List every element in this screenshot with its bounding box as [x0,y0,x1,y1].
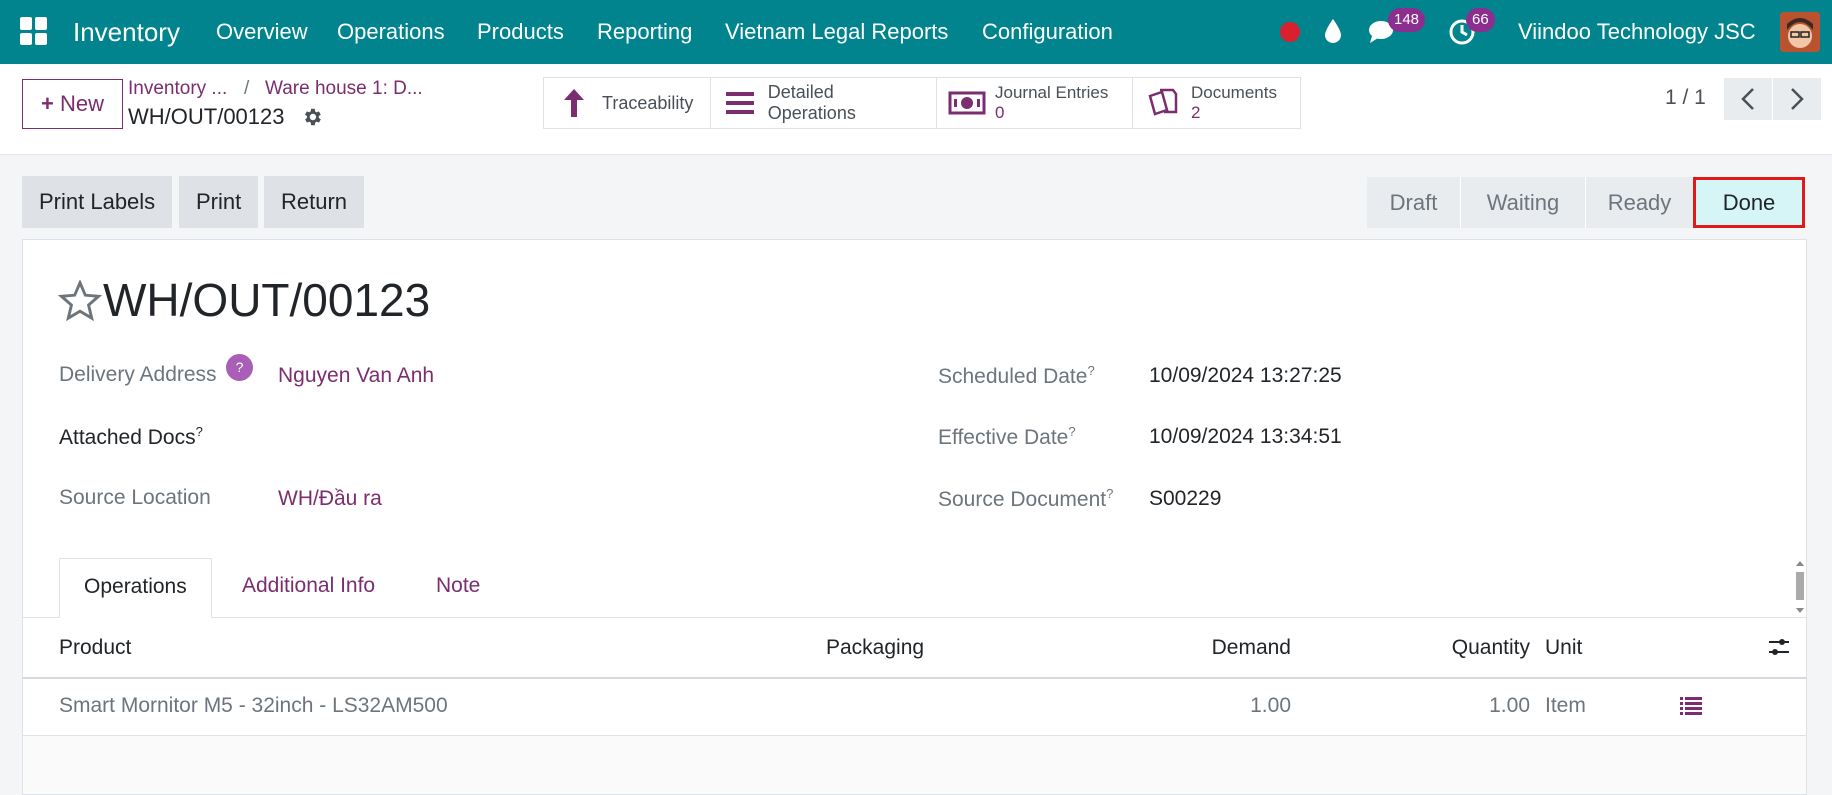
recording-icon[interactable] [1280,22,1300,42]
status-ready[interactable]: Ready [1585,177,1693,228]
source-document-help[interactable]: ? [1106,486,1113,501]
new-button[interactable]: + New [22,79,123,129]
source-document-value: S00229 [1149,487,1222,510]
avatar-face-icon [1780,12,1820,52]
status-waiting[interactable]: Waiting [1460,177,1585,228]
column-unit[interactable]: Unit [1545,636,1582,660]
menu-reporting[interactable]: Reporting [597,0,692,64]
tab-operations[interactable]: Operations [59,558,212,618]
chevron-right-icon [1791,88,1804,110]
pager-next-button[interactable] [1773,78,1821,120]
effective-date-value: 10/09/2024 13:34:51 [1149,425,1342,448]
journal-entries-label: Journal Entries [995,83,1109,102]
control-panel: + New Inventory ... / Ware house 1: D...… [0,64,1832,155]
scheduled-date-label: Scheduled Date? [938,363,1095,388]
chevron-left-icon [1741,88,1754,110]
effective-date-label: Effective Date? [938,424,1076,449]
traceability-button[interactable]: Traceability [544,78,711,128]
return-button[interactable]: Return [264,176,365,228]
row-demand: 1.00 [1250,694,1291,717]
app-name[interactable]: Inventory [73,0,180,64]
effective-date-help[interactable]: ? [1068,424,1075,439]
record-title: WH/OUT/00123 [103,274,431,326]
breadcrumb-root[interactable]: Inventory ... [128,78,227,100]
top-navbar: Inventory Overview Operations Products R… [0,0,1832,64]
star-icon[interactable] [58,280,102,322]
list-bars-icon [721,90,760,116]
breadcrumb-parent[interactable]: Ware house 1: D... [265,78,423,100]
gear-icon[interactable] [301,106,323,128]
status-bar: Draft Waiting Ready Done [1367,177,1805,228]
money-bill-icon [947,90,987,116]
row-unit: Item [1545,694,1586,717]
tab-additional-info[interactable]: Additional Info [218,558,399,618]
row-quantity: 1.00 [1489,694,1530,717]
optional-columns-icon[interactable] [1767,636,1791,658]
column-demand[interactable]: Demand [1100,636,1291,660]
documents-icon [1143,86,1183,120]
documents-count: 2 [1191,103,1201,122]
breadcrumb-current-record: WH/OUT/00123 [128,104,285,129]
form-scrollbar[interactable] [1794,560,1806,614]
menu-products[interactable]: Products [477,0,564,64]
traceability-label: Traceability [602,92,694,113]
column-quantity[interactable]: Quantity [1340,636,1530,660]
smart-buttons: Traceability Detailed Operations Journal… [543,77,1301,129]
detailed-operations-list-icon[interactable] [1679,696,1703,716]
menu-operations[interactable]: Operations [337,0,445,64]
scheduled-date-value: 10/09/2024 13:27:25 [1149,364,1342,387]
delivery-address-value[interactable]: Nguyen Van Anh [278,364,434,388]
pager-value[interactable]: 1 / 1 [1665,86,1706,110]
plus-icon: + [41,91,54,116]
activities-count-badge: 66 [1466,8,1495,32]
arrow-up-icon [554,87,594,119]
scheduled-date-help[interactable]: ? [1087,363,1094,378]
column-packaging[interactable]: Packaging [826,636,924,660]
status-draft[interactable]: Draft [1367,177,1460,228]
attached-docs-label: Attached Docs? [59,424,203,449]
menu-configuration[interactable]: Configuration [982,0,1113,64]
print-labels-button[interactable]: Print Labels [22,176,173,228]
journal-entries-count: 0 [995,103,1005,122]
detailed-operations-button[interactable]: Detailed Operations [711,78,937,128]
apps-menu-icon[interactable] [20,17,48,45]
documents-label: Documents [1191,83,1277,102]
source-document-label: Source Document? [938,486,1114,511]
detailed-operations-label: Detailed Operations [767,82,856,123]
tab-note[interactable]: Note [412,558,504,618]
row-product: Smart Mornitor M5 - 32inch - LS32AM500 [59,694,448,717]
drop-icon[interactable] [1323,18,1343,44]
user-avatar[interactable] [1780,12,1820,52]
pager-previous-button[interactable] [1724,78,1772,120]
status-done[interactable]: Done [1693,177,1805,228]
new-button-label: New [59,91,104,116]
delivery-address-label: Delivery Address [59,363,217,386]
menu-vietnam-legal-reports[interactable]: Vietnam Legal Reports [725,0,948,64]
documents-button[interactable]: Documents 2 [1133,78,1300,128]
source-location-label: Source Location [59,486,211,509]
breadcrumb-separator: / [244,78,250,99]
journal-entries-button[interactable]: Journal Entries 0 [937,78,1133,128]
table-empty-area [23,736,1806,794]
column-product[interactable]: Product [59,636,131,660]
attached-docs-help[interactable]: ? [196,424,203,439]
company-switcher[interactable]: Viindoo Technology JSC [1518,0,1756,64]
print-button[interactable]: Print [179,176,259,228]
messages-count-badge: 148 [1388,8,1426,32]
menu-overview[interactable]: Overview [216,0,308,64]
help-question-icon[interactable]: ? [226,354,253,381]
table-header-divider [22,677,1807,679]
source-location-value[interactable]: WH/Đầu ra [278,487,382,511]
